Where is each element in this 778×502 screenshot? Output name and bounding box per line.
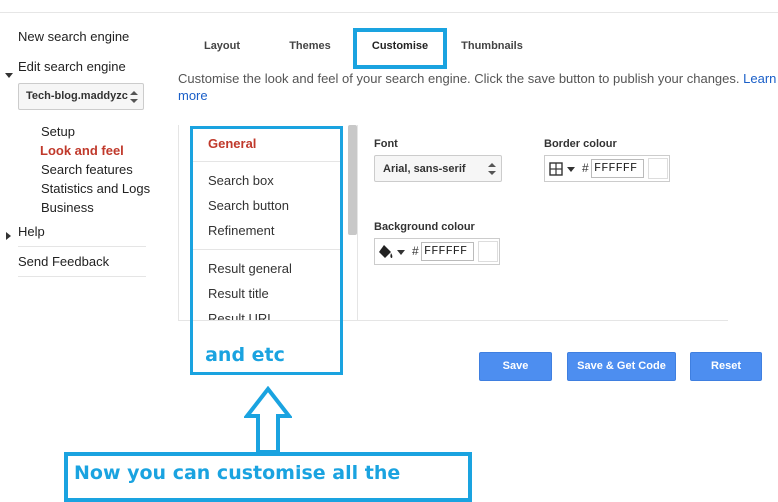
background-colour-swatch [478, 241, 498, 262]
up-arrow-callout [244, 386, 292, 454]
dropdown-arrow-icon[interactable] [397, 250, 405, 255]
reset-button[interactable]: Reset [690, 352, 762, 381]
help-link[interactable]: Help [18, 224, 45, 239]
description-text: Customise the look and feel of your sear… [178, 71, 740, 86]
dropdown-arrow-icon[interactable] [567, 167, 575, 172]
sidebar-item-look-and-feel[interactable]: Look and feel [40, 143, 124, 158]
section-list-highlight [190, 126, 343, 375]
up-down-arrow-icon [488, 163, 496, 176]
panel-left-border [178, 125, 179, 320]
expand-down-icon[interactable] [5, 65, 13, 83]
tab-layout[interactable]: Layout [188, 40, 256, 52]
sidebar-item-search-features[interactable]: Search features [41, 162, 133, 177]
new-search-engine-link[interactable]: New search engine [18, 29, 129, 44]
send-feedback-link[interactable]: Send Feedback [18, 254, 109, 269]
border-colour-label: Border colour [544, 138, 617, 150]
background-colour-label: Background colour [374, 221, 475, 233]
sidebar-item-statistics[interactable]: Statistics and Logs [41, 181, 150, 196]
expand-right-icon[interactable] [6, 227, 11, 245]
tab-customise[interactable]: Customise [357, 40, 443, 52]
save-button[interactable]: Save [479, 352, 552, 381]
hash-symbol: # [582, 161, 589, 175]
sidebar-divider [18, 246, 146, 247]
font-select[interactable]: Arial, sans-serif [374, 155, 502, 182]
engine-select-value: Tech-blog.maddyzc [26, 90, 128, 102]
background-colour-hex-input[interactable]: FFFFFF [421, 242, 474, 261]
tab-themes[interactable]: Themes [276, 40, 344, 52]
sidebar-divider [18, 276, 146, 277]
grid-border-icon[interactable] [549, 162, 563, 176]
section-list-scrollbar[interactable] [348, 125, 357, 235]
font-label: Font [374, 138, 398, 150]
border-colour-hex-input[interactable]: FFFFFF [591, 159, 644, 178]
border-colour-picker: # FFFFFF [544, 155, 670, 182]
border-colour-swatch [648, 158, 668, 179]
hash-symbol: # [412, 244, 419, 258]
up-down-arrow-icon [130, 91, 138, 104]
and-etc-annotation: and etc [205, 344, 285, 366]
paint-bucket-icon[interactable] [378, 244, 395, 260]
font-select-value: Arial, sans-serif [383, 163, 466, 175]
customise-all-annotation: Now you can customise all the [74, 462, 401, 484]
sidebar-item-business[interactable]: Business [41, 200, 94, 215]
page-description: Customise the look and feel of your sear… [178, 70, 778, 104]
engine-select[interactable]: Tech-blog.maddyzc [18, 83, 144, 110]
save-and-get-code-button[interactable]: Save & Get Code [567, 352, 676, 381]
tab-thumbnails[interactable]: Thumbnails [456, 40, 528, 52]
top-divider [0, 12, 778, 13]
background-colour-picker: # FFFFFF [374, 238, 500, 265]
edit-search-engine-link[interactable]: Edit search engine [18, 59, 126, 74]
sidebar-item-setup[interactable]: Setup [41, 124, 75, 139]
panel-divider [357, 125, 358, 320]
